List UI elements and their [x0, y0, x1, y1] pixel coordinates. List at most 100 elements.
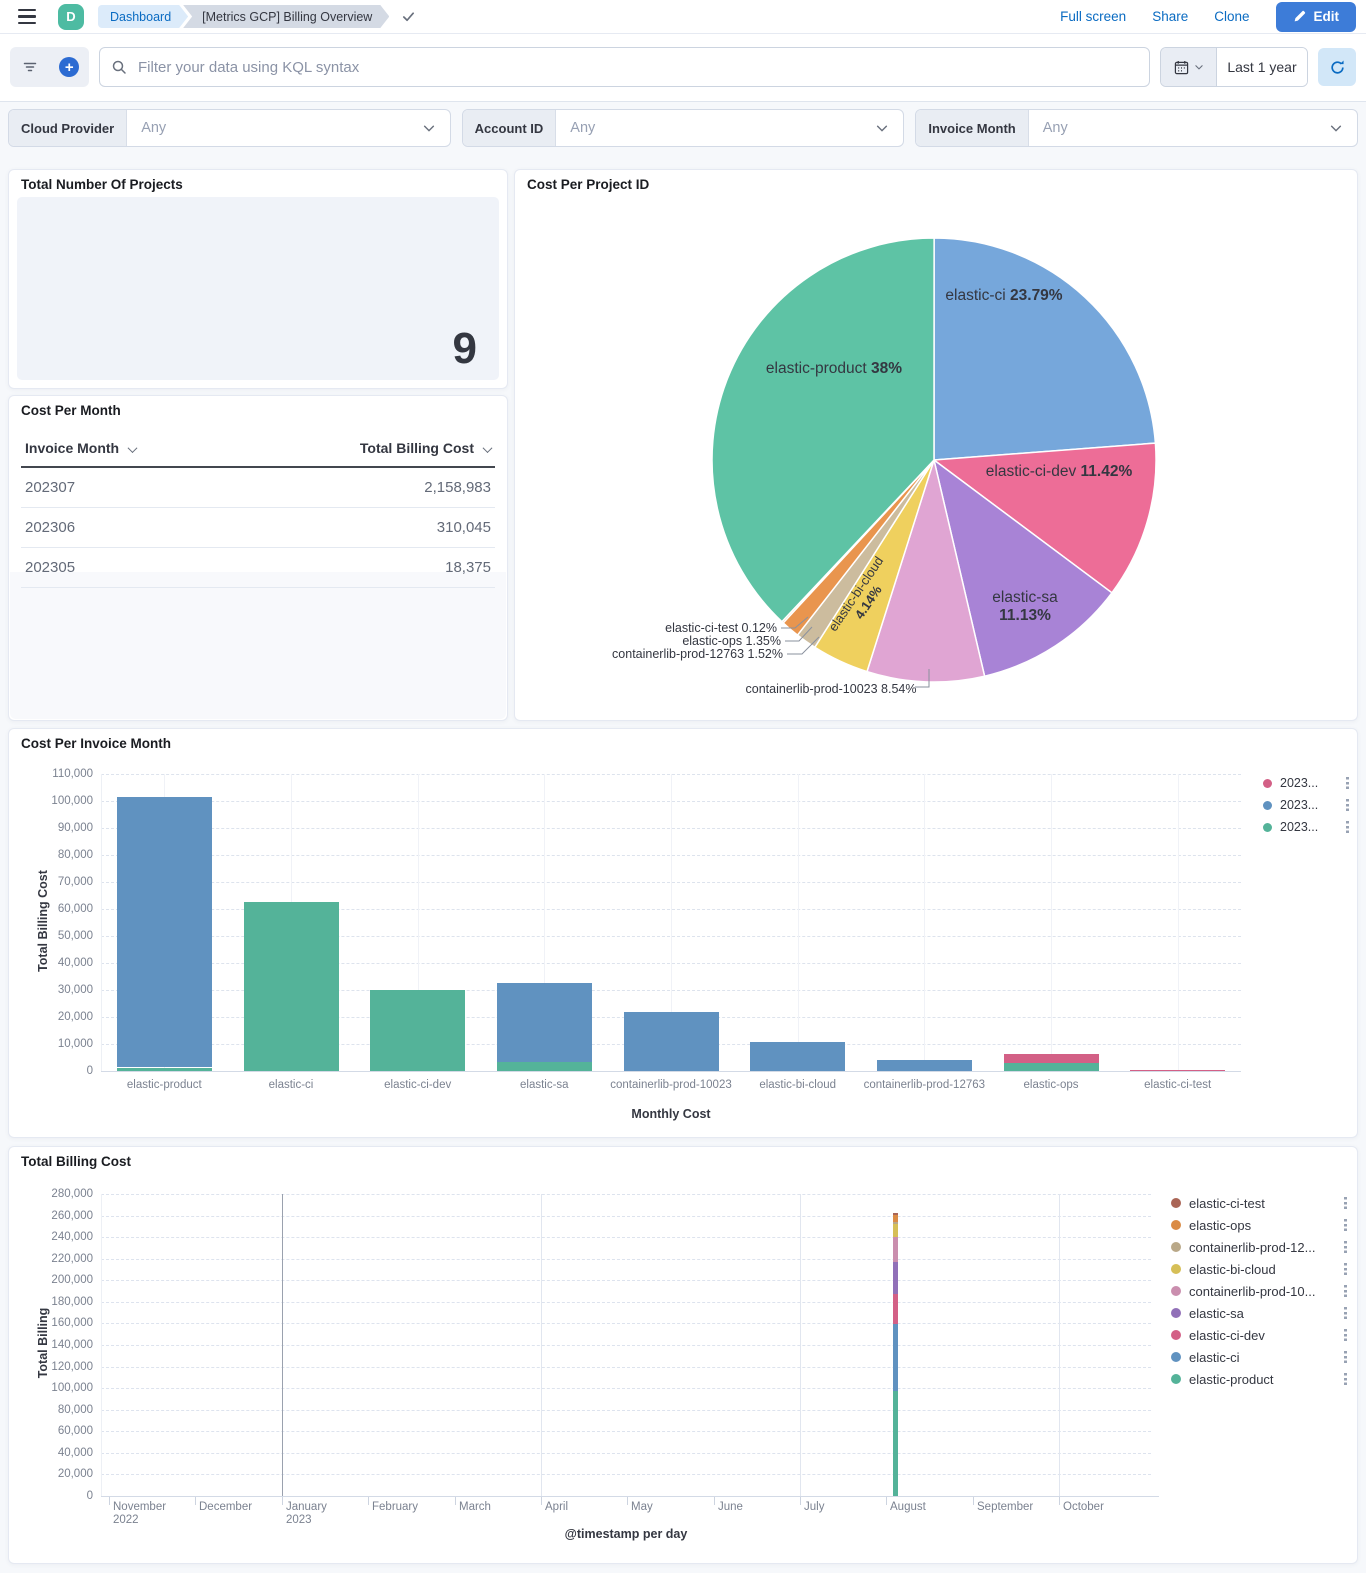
bar-segment-elastic-sa[interactable] [497, 983, 592, 1062]
ts-bar-segment-elastic-ci-test[interactable] [893, 1213, 898, 1215]
menu-icon[interactable] [10, 2, 44, 32]
bar-segment-containerlib-prod-12763[interactable] [877, 1060, 972, 1071]
share-link[interactable]: Share [1152, 9, 1188, 24]
legend-item-2023...[interactable]: 2023... [1263, 774, 1349, 792]
legend-menu-icon[interactable] [1344, 1219, 1347, 1231]
bar-segment-elastic-ops[interactable] [1004, 1063, 1099, 1071]
bar-segment-elastic-product[interactable] [117, 1068, 212, 1072]
ts-bar-segment-elastic-ci[interactable] [893, 1324, 898, 1391]
y-axis-title: Total Billing Cost [36, 841, 50, 1001]
saved-check-icon[interactable] [401, 9, 416, 24]
legend-item-elastic-ci-test[interactable]: elastic-ci-test [1171, 1194, 1347, 1212]
legend-item-containerlib-prod-12...[interactable]: containerlib-prod-12... [1171, 1238, 1347, 1256]
ts-bar-segment-elastic-product[interactable] [893, 1391, 898, 1496]
panel-title[interactable]: Total Number Of Projects [21, 177, 183, 192]
legend-item-elastic-ci-dev[interactable]: elastic-ci-dev [1171, 1326, 1347, 1344]
legend-label: elastic-ci-dev [1189, 1328, 1338, 1343]
legend-menu-icon[interactable] [1346, 799, 1349, 811]
gridline-x [924, 774, 925, 1071]
ts-bar-segment-elastic-ops[interactable] [893, 1215, 898, 1222]
bar-segment-containerlib-prod-10023[interactable] [624, 1012, 719, 1071]
gridline-y [101, 1237, 1151, 1238]
legend-menu-icon[interactable] [1344, 1329, 1347, 1341]
full-screen-link[interactable]: Full screen [1060, 9, 1126, 24]
y-tick-label: 260,000 [9, 1210, 93, 1222]
ts-bar-segment-containerlib-prod-10023[interactable] [893, 1237, 898, 1262]
x-tick-label: November2022 [113, 1501, 166, 1527]
filter-account-id[interactable]: Account ID Any [462, 109, 905, 147]
x-tick [627, 1496, 628, 1505]
legend-menu-icon[interactable] [1346, 777, 1349, 789]
panel-title[interactable]: Cost Per Month [21, 403, 121, 418]
legend-menu-icon[interactable] [1344, 1285, 1347, 1297]
filter-icon[interactable] [10, 47, 50, 87]
pie-slice-elastic-ci[interactable] [934, 238, 1155, 460]
search-input[interactable] [99, 47, 1150, 87]
breadcrumb-dashboard[interactable]: Dashboard [98, 5, 188, 28]
legend-item-elastic-ci[interactable]: elastic-ci [1171, 1348, 1347, 1366]
gridline-y [101, 1259, 1151, 1260]
ts-bar-segment-elastic-ci-dev[interactable] [893, 1294, 898, 1324]
legend-item-elastic-bi-cloud[interactable]: elastic-bi-cloud [1171, 1260, 1347, 1278]
bar-segment-elastic-sa[interactable] [497, 1062, 592, 1071]
legend-menu-icon[interactable] [1344, 1197, 1347, 1209]
filter-cloud-provider[interactable]: Cloud Provider Any [8, 109, 451, 147]
bar-segment-elastic-ci-dev[interactable] [370, 990, 465, 1071]
y-tick-label: 80,000 [9, 1404, 93, 1416]
legend-item-elastic-sa[interactable]: elastic-sa [1171, 1304, 1347, 1322]
x-tick-label: February [372, 1501, 418, 1514]
column-label: Total Billing Cost [360, 440, 474, 456]
filter-invoice-month[interactable]: Invoice Month Any [915, 109, 1358, 147]
add-filter-button[interactable]: + [50, 47, 90, 87]
x-tick-label: April [545, 1501, 568, 1514]
breadcrumb-current-dashboard: [Metrics GCP] Billing Overview [183, 5, 389, 28]
x-tick [455, 1496, 456, 1505]
filter-button-group: + [10, 47, 89, 87]
column-header-invoice-month[interactable]: Invoice Month [21, 431, 240, 467]
y-tick-label: 180,000 [9, 1296, 93, 1308]
edit-button[interactable]: Edit [1276, 2, 1357, 32]
y-tick-label: 220,000 [9, 1253, 93, 1265]
calendar-button[interactable] [1161, 48, 1217, 86]
bar-segment-elastic-bi-cloud[interactable] [750, 1042, 845, 1071]
plus-icon: + [59, 57, 79, 77]
panel-total-projects: Total Number Of Projects 9 [8, 169, 508, 389]
bar-segment-elastic-ci[interactable] [244, 902, 339, 1071]
ts-bar-segment-elastic-sa[interactable] [893, 1262, 898, 1294]
x-tick-label: elastic-bi-cloud [728, 1079, 868, 1091]
legend-menu-icon[interactable] [1344, 1307, 1347, 1319]
legend-label: 2023... [1280, 798, 1340, 812]
bar-segment-elastic-ops[interactable] [1004, 1054, 1099, 1063]
bar-segment-elastic-ci-test[interactable] [1130, 1070, 1225, 1071]
legend-menu-icon[interactable] [1344, 1351, 1347, 1363]
table-header-row: Invoice Month Total Billing Cost [21, 431, 495, 467]
panel-title[interactable]: Total Billing Cost [21, 1154, 131, 1169]
legend-item-containerlib-prod-10...[interactable]: containerlib-prod-10... [1171, 1282, 1347, 1300]
legend-item-elastic-ops[interactable]: elastic-ops [1171, 1216, 1347, 1234]
refresh-button[interactable] [1318, 48, 1356, 86]
legend-item-2023...[interactable]: 2023... [1263, 796, 1349, 814]
legend-item-2023...[interactable]: 2023... [1263, 818, 1349, 836]
legend-menu-icon[interactable] [1344, 1241, 1347, 1253]
space-avatar[interactable]: D [58, 4, 84, 30]
metric-value: 9 [453, 324, 477, 374]
filter-value: Any [570, 120, 595, 136]
legend-menu-icon[interactable] [1344, 1373, 1347, 1385]
panel-title[interactable]: Cost Per Project ID [527, 177, 649, 192]
legend-menu-icon[interactable] [1346, 821, 1349, 833]
legend-menu-icon[interactable] [1344, 1263, 1347, 1275]
clone-link[interactable]: Clone [1214, 9, 1249, 24]
y-tick-label: 160,000 [9, 1317, 93, 1329]
panel-title[interactable]: Cost Per Invoice Month [21, 736, 171, 751]
column-header-total-billing-cost[interactable]: Total Billing Cost [240, 431, 495, 467]
legend-dot [1263, 823, 1272, 832]
legend-item-elastic-product[interactable]: elastic-product [1171, 1370, 1347, 1388]
bar-segment-elastic-product[interactable] [117, 797, 212, 1068]
pie-label-elastic-product: elastic-product 38% [766, 360, 902, 378]
ts-bar-segment-containerlib-prod-12763[interactable] [893, 1222, 898, 1224]
breadcrumb: Dashboard [Metrics GCP] Billing Overview [98, 5, 389, 28]
ts-bar-segment-elastic-bi-cloud[interactable] [893, 1224, 898, 1237]
avatar-letter: D [66, 9, 75, 24]
time-range-button[interactable]: Last 1 year [1217, 48, 1307, 86]
gridline-y [101, 1431, 1151, 1432]
